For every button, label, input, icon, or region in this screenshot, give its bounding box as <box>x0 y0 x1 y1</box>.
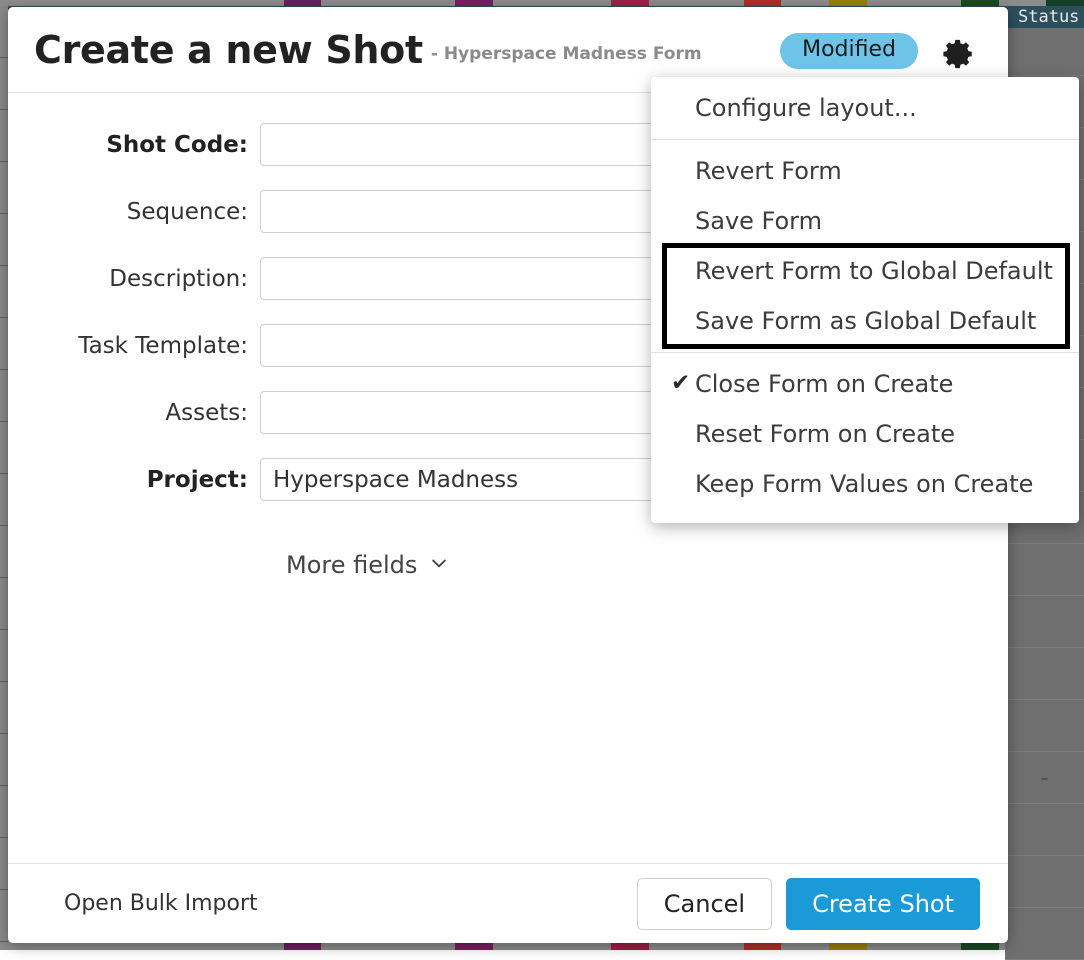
menu-item-configure-layout[interactable]: Configure layout... <box>651 83 1079 133</box>
chevron-down-icon <box>429 553 449 577</box>
menu-item-revert-form-to-global-default[interactable]: Revert Form to Global Default <box>651 246 1079 296</box>
dialog-footer: Open Bulk Import Cancel Create Shot <box>8 863 1008 943</box>
menu-item-close-form-on-create[interactable]: ✔ Close Form on Create <box>651 359 1079 409</box>
field-label: Shot Code: <box>106 131 248 158</box>
menu-item-label: Reset Form on Create <box>695 420 956 448</box>
table-row[interactable] <box>1005 28 1084 76</box>
gear-dropdown-menu: Configure layout... Revert Form Save Form R… <box>651 77 1079 523</box>
menu-item-label: Revert Form to Global Default <box>695 257 1053 285</box>
table-row[interactable] <box>1005 648 1084 700</box>
field-label: Description: <box>109 265 248 292</box>
menu-item-label: Configure layout... <box>695 94 917 122</box>
cancel-button[interactable]: Cancel <box>636 877 773 930</box>
check-icon: ✔ <box>671 370 691 396</box>
table-row[interactable] <box>1005 908 1084 960</box>
row-divider <box>0 941 8 942</box>
table-row[interactable] <box>1005 596 1084 648</box>
menu-item-reset-form-on-create[interactable]: Reset Form on Create <box>651 409 1079 459</box>
status-badge-modified: Modified <box>780 33 918 70</box>
dialog-subtitle: - Hyperspace Madness Form <box>430 44 702 64</box>
field-label: Assets: <box>165 399 248 426</box>
table-row[interactable] <box>1005 804 1084 856</box>
background-left-edge-sliver <box>0 6 8 942</box>
menu-item-keep-form-values-on-create[interactable]: Keep Form Values on Create <box>651 459 1079 509</box>
menu-divider <box>651 139 1079 140</box>
field-label: Sequence: <box>126 198 248 225</box>
menu-item-save-form[interactable]: Save Form <box>651 196 1079 246</box>
open-bulk-import-link[interactable]: Open Bulk Import <box>64 891 258 916</box>
menu-item-save-form-as-global-default[interactable]: Save Form as Global Default <box>651 296 1079 346</box>
create-shot-button[interactable]: Create Shot <box>786 877 980 930</box>
field-label: Project: <box>146 466 248 493</box>
table-row[interactable]: – <box>1005 752 1084 804</box>
menu-item-label: Save Form as Global Default <box>695 307 1037 335</box>
menu-item-label: Save Form <box>695 207 822 235</box>
more-fields-toggle[interactable]: More fields <box>286 551 449 579</box>
column-header-status[interactable]: Status <box>1012 6 1084 28</box>
menu-item-label: Keep Form Values on Create <box>695 470 1034 498</box>
table-row[interactable] <box>1005 700 1084 752</box>
more-fields-label: More fields <box>286 551 418 579</box>
menu-item-label: Revert Form <box>695 157 842 185</box>
footer-button-group: Cancel Create Shot <box>636 877 980 930</box>
field-label: Task Template: <box>78 332 248 359</box>
table-row[interactable] <box>1005 544 1084 596</box>
gear-menu-item-list: Configure layout... Revert Form Save Form R… <box>651 83 1079 509</box>
page-title: Create a new Shot <box>34 27 423 72</box>
menu-item-revert-form[interactable]: Revert Form <box>651 146 1079 196</box>
gear-icon[interactable] <box>942 37 976 71</box>
menu-item-label: Close Form on Create <box>695 370 954 398</box>
menu-divider <box>651 352 1079 353</box>
table-row[interactable] <box>1005 856 1084 908</box>
